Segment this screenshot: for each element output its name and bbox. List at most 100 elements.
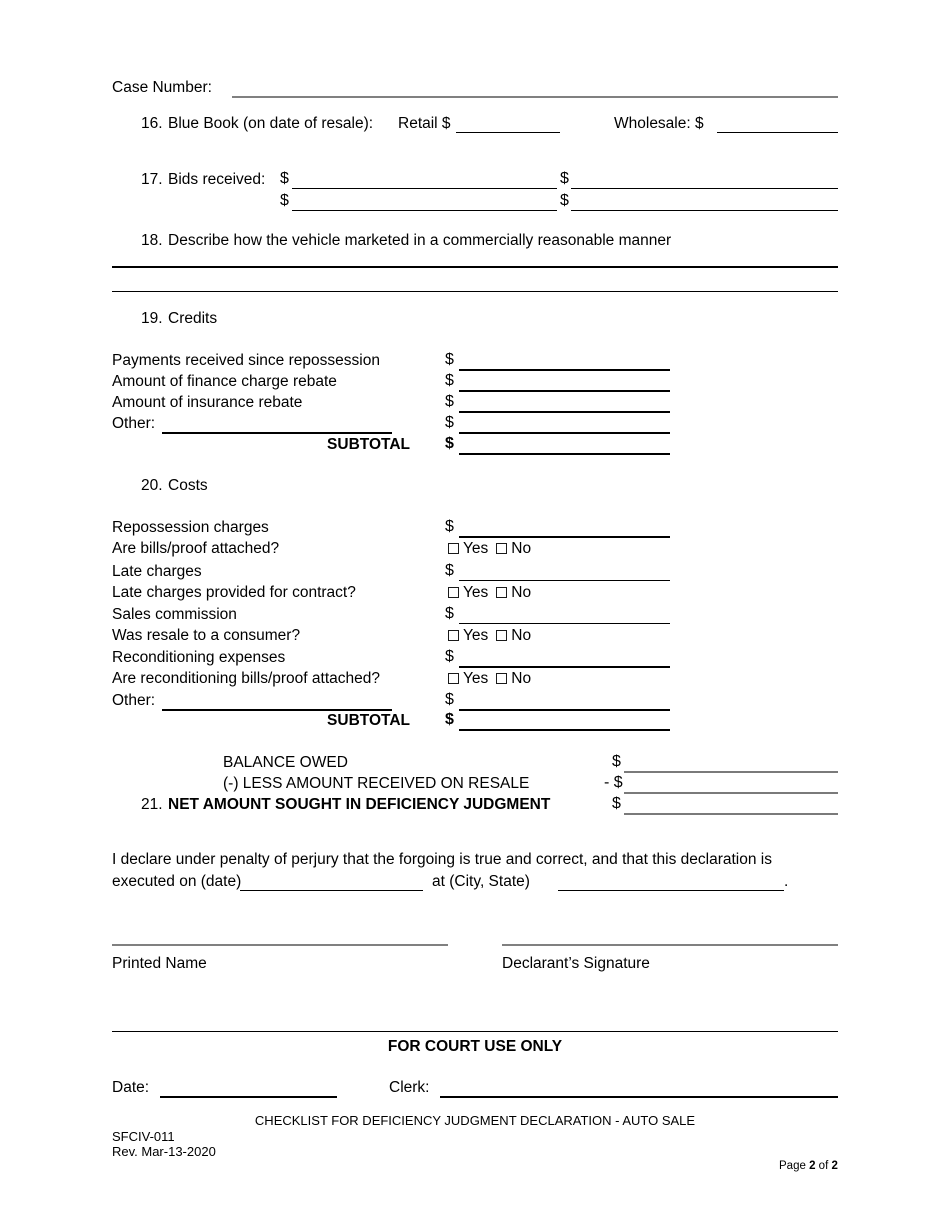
item-17-bid-1-input-line[interactable] xyxy=(292,188,557,189)
cost-row-label: Sales commission xyxy=(112,606,237,623)
checkbox-no[interactable] xyxy=(496,630,508,641)
page-prefix: Page xyxy=(779,1160,806,1172)
yes-label: Yes xyxy=(463,540,489,557)
declaration-date-input-line[interactable] xyxy=(240,890,423,891)
item-16-wholesale-label: Wholesale: $ xyxy=(614,115,704,132)
yes-label: Yes xyxy=(463,627,489,644)
item-17-label: Bids received: xyxy=(168,171,266,188)
item-17-number: 17. xyxy=(141,171,163,188)
item-18-answer-line-1[interactable] xyxy=(112,266,838,268)
checkbox-no[interactable] xyxy=(496,543,508,554)
yes-label: Yes xyxy=(463,584,489,601)
printed-name-input-line[interactable] xyxy=(112,944,448,946)
cost-row-dollar: $ xyxy=(445,562,454,579)
no-label: No xyxy=(511,670,532,687)
costs-subtotal-input-line[interactable] xyxy=(459,729,670,731)
declaration-city-state-input-line[interactable] xyxy=(558,890,784,891)
credits-subtotal-input-line[interactable] xyxy=(459,453,670,455)
net-amount-input-line[interactable] xyxy=(624,813,838,815)
cost-row-input-line[interactable] xyxy=(459,623,670,624)
less-amount-dollar: - $ xyxy=(604,774,623,791)
cost-row-label: Late charges provided for contract? xyxy=(112,584,356,601)
credit-row-input-line[interactable] xyxy=(459,432,670,434)
checkbox-no[interactable] xyxy=(496,587,508,598)
cost-row-dollar: $ xyxy=(445,518,454,535)
declaration-period: . xyxy=(784,873,789,890)
item-17-bid-4-input-line[interactable] xyxy=(571,210,838,211)
cost-row-label: Late charges xyxy=(112,563,202,580)
credit-row-label: Amount of insurance rebate xyxy=(112,394,303,411)
signature-input-line[interactable] xyxy=(502,944,838,946)
credit-row-dollar: $ xyxy=(445,351,454,368)
credit-row-input-line[interactable] xyxy=(459,411,670,413)
checkbox-yes[interactable] xyxy=(448,673,459,684)
credit-other-input-line[interactable] xyxy=(162,432,392,434)
balance-owed-dollar: $ xyxy=(612,753,621,770)
item-19-label: Credits xyxy=(168,310,218,327)
page-of: of xyxy=(818,1160,829,1172)
item-17-bid-3-dollar: $ xyxy=(280,192,289,209)
checkbox-yes[interactable] xyxy=(448,630,459,641)
credits-subtotal-dollar: $ xyxy=(445,435,454,452)
cost-row-yesno: Yes No xyxy=(448,585,531,601)
item-18-label: Describe how the vehicle marketed in a c… xyxy=(168,232,672,249)
credits-subtotal-label: SUBTOTAL xyxy=(327,436,410,453)
item-16-wholesale-input-line[interactable] xyxy=(717,132,838,133)
less-amount-input-line[interactable] xyxy=(624,792,838,794)
cost-row-input-line[interactable] xyxy=(459,580,670,581)
item-17-bid-2-dollar: $ xyxy=(560,170,569,187)
yes-label: Yes xyxy=(463,670,489,687)
declaration-city-state-label: at (City, State) xyxy=(432,873,530,890)
credit-row-input-line[interactable] xyxy=(459,390,670,392)
credit-row-label: Amount of finance charge rebate xyxy=(112,373,337,390)
item-20-number: 20. xyxy=(141,477,163,494)
court-date-input-line[interactable] xyxy=(160,1096,337,1098)
item-16-number: 16. xyxy=(141,115,163,132)
printed-name-label: Printed Name xyxy=(112,955,207,972)
item-17-bid-2-input-line[interactable] xyxy=(571,188,838,189)
checkbox-no[interactable] xyxy=(496,673,508,684)
page-total: 2 xyxy=(831,1160,838,1172)
cost-row-dollar: $ xyxy=(445,605,454,622)
less-amount-label: (-) LESS AMOUNT RECEIVED ON RESALE xyxy=(223,775,530,792)
item-21-label: NET AMOUNT SOUGHT IN DEFICIENCY JUDGMENT xyxy=(168,796,551,813)
credit-row-dollar: $ xyxy=(445,372,454,389)
cost-row-yesno: Yes No xyxy=(448,541,531,557)
checkbox-yes[interactable] xyxy=(448,543,459,554)
document-page: Case Number: 16. Blue Book (on date of r… xyxy=(0,0,950,1230)
footer-form-code: SFCIV-011 xyxy=(112,1129,175,1144)
court-clerk-label: Clerk: xyxy=(389,1079,430,1096)
no-label: No xyxy=(511,627,532,644)
credit-row-label: Payments received since repossession xyxy=(112,352,380,369)
checkbox-yes[interactable] xyxy=(448,587,459,598)
court-use-divider xyxy=(112,1031,838,1032)
no-label: No xyxy=(511,540,532,557)
item-16-retail-input-line[interactable] xyxy=(456,132,560,133)
cost-row-input-line[interactable] xyxy=(459,709,670,711)
cost-other-label: Other: xyxy=(112,692,156,709)
no-label: No xyxy=(511,584,532,601)
item-18-answer-line-2[interactable] xyxy=(112,291,838,292)
footer-revision: Rev. Mar-13-2020 xyxy=(112,1144,216,1159)
footer-page-number: Page 2 of 2 xyxy=(779,1160,838,1173)
cost-row-label: Are reconditioning bills/proof attached? xyxy=(112,670,380,687)
footer-form-title: CHECKLIST FOR DEFICIENCY JUDGMENT DECLAR… xyxy=(254,1113,696,1128)
balance-owed-input-line[interactable] xyxy=(624,771,838,773)
declaration-line-2-prefix: executed on (date) xyxy=(112,873,242,890)
cost-row-yesno: Yes No xyxy=(448,628,531,644)
cost-row-input-line[interactable] xyxy=(459,666,670,668)
cost-row-dollar: $ xyxy=(445,691,454,708)
cost-row-label: Are bills/proof attached? xyxy=(112,540,280,557)
costs-subtotal-label: SUBTOTAL xyxy=(327,712,410,729)
court-date-label: Date: xyxy=(112,1079,150,1096)
case-number-input-line[interactable] xyxy=(232,96,838,98)
cost-row-input-line[interactable] xyxy=(459,536,670,538)
net-amount-dollar: $ xyxy=(612,795,621,812)
court-clerk-input-line[interactable] xyxy=(440,1096,838,1098)
credit-row-input-line[interactable] xyxy=(459,369,670,371)
cost-row-label: Repossession charges xyxy=(112,519,269,536)
cost-row-label: Reconditioning expenses xyxy=(112,649,286,666)
cost-other-input-line[interactable] xyxy=(162,709,392,711)
balance-owed-label: BALANCE OWED xyxy=(223,754,348,771)
item-17-bid-3-input-line[interactable] xyxy=(292,210,557,211)
